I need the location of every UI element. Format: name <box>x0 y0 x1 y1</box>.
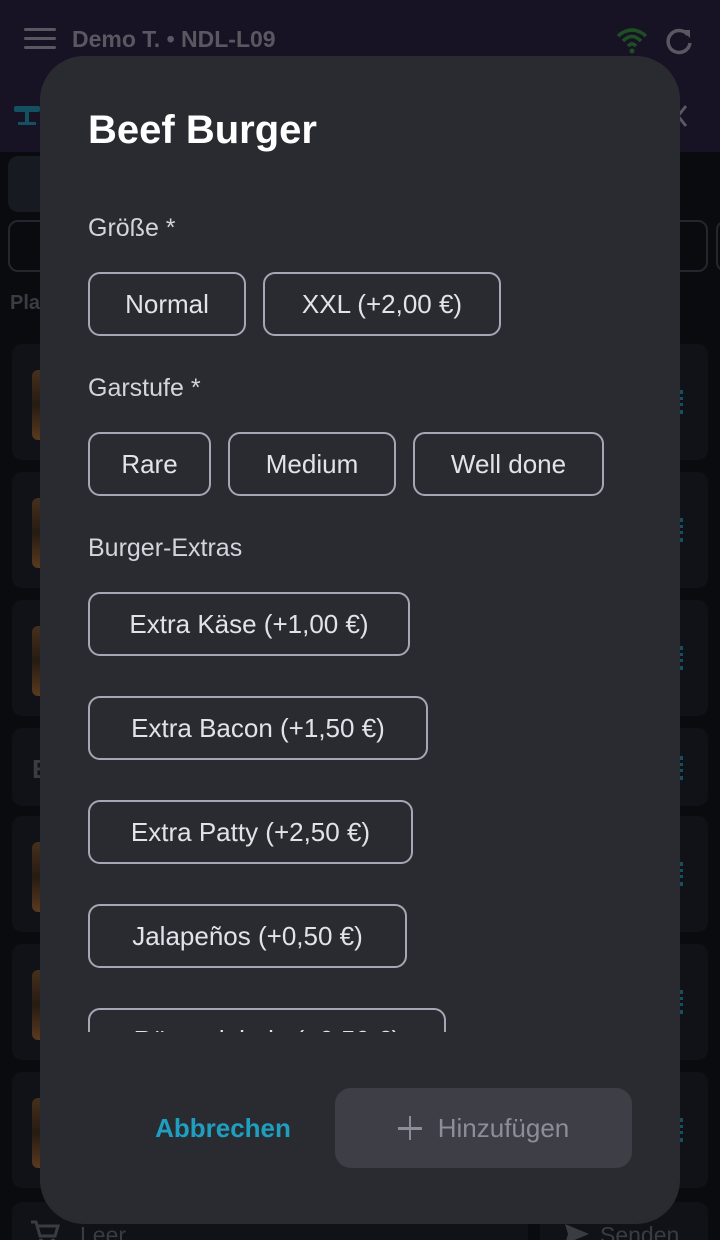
option-chip-well-done[interactable]: Well done <box>413 432 604 496</box>
option-chip-fried-onions[interactable]: Röstzwiebeln (+0,50 €) <box>88 1008 446 1032</box>
option-chip-extra-cheese[interactable]: Extra Käse (+1,00 €) <box>88 592 410 656</box>
size-group-label: Größe * <box>88 214 176 242</box>
option-chip-jalapenos[interactable]: Jalapeños (+0,50 €) <box>88 904 407 968</box>
options-scroll-area[interactable]: Größe * Normal XXL (+2,00 €) Garstufe * … <box>40 206 680 1032</box>
dialog-actions: Abbrechen Hinzufügen <box>40 1088 680 1168</box>
plus-icon <box>397 1116 422 1140</box>
option-chip-rare[interactable]: Rare <box>88 432 211 496</box>
add-button[interactable]: Hinzufügen <box>335 1088 632 1168</box>
option-chip-medium[interactable]: Medium <box>228 432 396 496</box>
option-chip-normal[interactable]: Normal <box>88 272 246 336</box>
doneness-group-label: Garstufe * <box>88 374 201 402</box>
dialog-title: Beef Burger <box>88 108 317 152</box>
extras-group-label: Burger-Extras <box>88 534 243 562</box>
add-button-label: Hinzufügen <box>437 1112 570 1143</box>
cancel-button[interactable]: Abbrechen <box>138 1088 308 1168</box>
product-options-dialog: Beef Burger Größe * Normal XXL (+2,00 €)… <box>40 56 680 1224</box>
option-chip-extra-patty[interactable]: Extra Patty (+2,50 €) <box>88 800 413 864</box>
app-screen: Demo T. • NDL-L09 Pla E <box>0 0 720 1240</box>
option-chip-xxl[interactable]: XXL (+2,00 €) <box>263 272 501 336</box>
option-chip-extra-bacon[interactable]: Extra Bacon (+1,50 €) <box>88 696 428 760</box>
